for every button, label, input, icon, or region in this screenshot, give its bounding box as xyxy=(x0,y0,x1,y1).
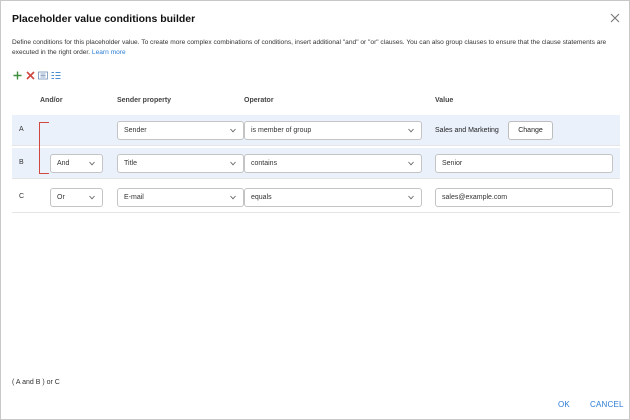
dialog-title: Placeholder value conditions builder xyxy=(12,13,196,25)
condition-row-b[interactable]: B And Title contains Senior xyxy=(12,148,620,179)
chevron-down-icon xyxy=(230,195,236,200)
andor-value: Or xyxy=(57,194,65,201)
column-header-operator: Operator xyxy=(244,97,274,104)
toolbar xyxy=(12,69,61,81)
chevron-down-icon xyxy=(230,128,236,133)
operator-dropdown[interactable]: contains xyxy=(244,154,422,173)
operator-dropdown[interactable]: equals xyxy=(244,188,422,207)
operator-value: equals xyxy=(251,194,272,201)
dialog-description: Define conditions for this placeholder v… xyxy=(12,38,618,58)
andor-dropdown[interactable]: Or xyxy=(50,188,103,207)
operator-value: contains xyxy=(251,160,278,167)
column-header-andor: And/or xyxy=(40,97,63,104)
condition-row-a[interactable]: A Sender is member of group Sales and Ma… xyxy=(12,115,620,146)
ungroup-icon[interactable] xyxy=(51,70,61,80)
andor-dropdown[interactable]: And xyxy=(50,154,103,173)
value-text: Sales and Marketing xyxy=(435,127,499,134)
value-input[interactable]: sales@example.com xyxy=(435,188,613,207)
column-header-property: Sender property xyxy=(117,97,172,104)
close-icon[interactable] xyxy=(609,12,621,24)
chevron-down-icon xyxy=(89,161,95,166)
plus-icon[interactable] xyxy=(12,70,22,80)
cancel-button[interactable]: CANCEL xyxy=(590,400,624,409)
property-value: Title xyxy=(124,160,137,167)
property-dropdown[interactable]: Title xyxy=(117,154,244,173)
change-button[interactable]: Change xyxy=(508,121,553,140)
condition-row-c[interactable]: C Or E-mail equals sales@example.com xyxy=(12,182,620,213)
operator-dropdown[interactable]: is member of group xyxy=(244,121,422,140)
property-dropdown[interactable]: Sender xyxy=(117,121,244,140)
property-dropdown[interactable]: E-mail xyxy=(117,188,244,207)
chevron-down-icon xyxy=(230,161,236,166)
row-letter: C xyxy=(19,193,25,200)
operator-value: is member of group xyxy=(251,127,312,134)
chevron-down-icon xyxy=(408,195,414,200)
chevron-down-icon xyxy=(408,161,414,166)
property-value: Sender xyxy=(124,127,147,134)
delete-x-icon[interactable] xyxy=(25,70,35,80)
learn-more-link[interactable]: Learn more xyxy=(92,49,126,56)
condition-summary: ( A and B ) or C xyxy=(12,379,60,386)
chevron-down-icon xyxy=(408,128,414,133)
column-header-value: Value xyxy=(435,97,454,104)
group-icon[interactable] xyxy=(38,70,48,80)
ok-button[interactable]: OK xyxy=(558,400,570,409)
conditions-builder-dialog: Placeholder value conditions builder Def… xyxy=(0,0,630,420)
chevron-down-icon xyxy=(89,195,95,200)
andor-value: And xyxy=(57,160,70,167)
property-value: E-mail xyxy=(124,194,144,201)
group-bracket xyxy=(39,122,49,174)
value-input[interactable]: Senior xyxy=(435,154,613,173)
row-letter: A xyxy=(19,126,24,133)
row-letter: B xyxy=(19,159,24,166)
